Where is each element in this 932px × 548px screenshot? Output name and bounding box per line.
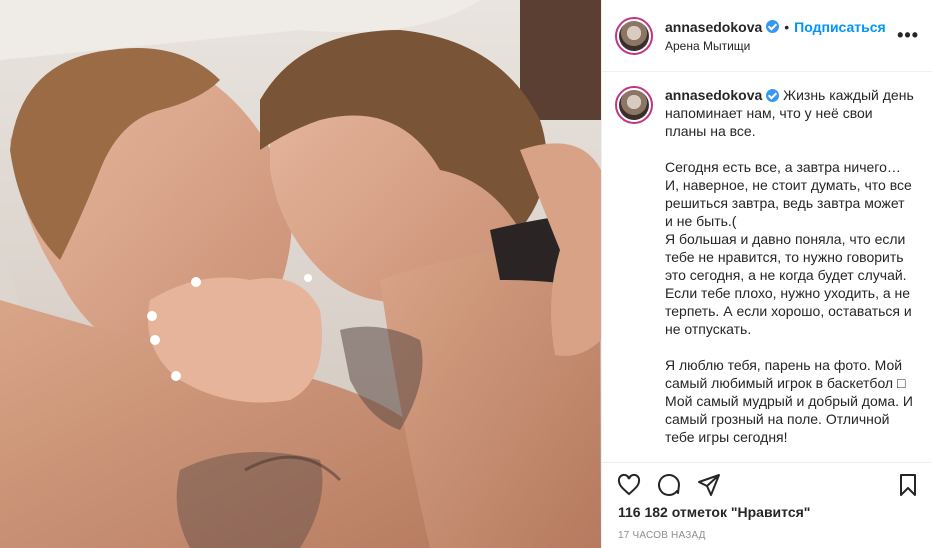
header-line: annasedokova • Подписаться bbox=[665, 19, 886, 35]
avatar-image bbox=[619, 20, 649, 51]
location-link[interactable]: Арена Мытищи bbox=[665, 39, 886, 53]
header-text: annasedokova • Подписаться Арена Мытищи bbox=[665, 19, 886, 53]
post-timestamp[interactable]: 17 часов назад bbox=[618, 530, 706, 541]
caption-avatar[interactable] bbox=[615, 86, 653, 124]
caption-avatar-image bbox=[619, 90, 649, 120]
likes-count[interactable]: 116 182 отметок "Нравится" bbox=[618, 504, 810, 520]
separator: • bbox=[784, 18, 790, 35]
comment-icon[interactable] bbox=[656, 472, 682, 498]
post-header: annasedokova • Подписаться Арена Мытищи … bbox=[602, 0, 932, 72]
bookmark-icon[interactable] bbox=[895, 472, 921, 498]
post-viewer: annasedokova • Подписаться Арена Мытищи … bbox=[0, 0, 932, 548]
photo-image bbox=[0, 0, 601, 548]
heart-icon[interactable] bbox=[616, 472, 642, 498]
caption-username-link[interactable]: annasedokova bbox=[665, 87, 762, 103]
post-photo[interactable] bbox=[0, 0, 601, 548]
caption-text: annasedokova Жизнь каждый день напоминае… bbox=[665, 86, 915, 466]
more-options-icon[interactable]: ••• bbox=[897, 26, 919, 44]
share-icon[interactable] bbox=[696, 472, 722, 498]
caption-body: Жизнь каждый день напоминает нам, что у … bbox=[665, 87, 914, 445]
post-side-panel: annasedokova • Подписаться Арена Мытищи … bbox=[601, 0, 932, 548]
caption-verified-badge-icon bbox=[766, 89, 780, 102]
avatar[interactable] bbox=[615, 16, 653, 55]
follow-button[interactable]: Подписаться bbox=[794, 19, 886, 35]
caption-block: annasedokova Жизнь каждый день напоминае… bbox=[615, 86, 920, 466]
verified-badge-icon bbox=[766, 20, 780, 33]
action-bar bbox=[602, 462, 932, 506]
username-link[interactable]: annasedokova bbox=[665, 19, 762, 35]
